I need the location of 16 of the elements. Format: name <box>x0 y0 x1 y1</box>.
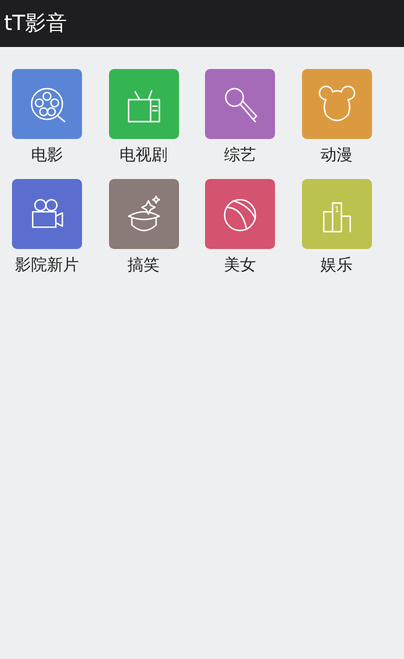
category-label: 电视剧 <box>120 144 168 166</box>
category-tile[interactable] <box>108 69 178 139</box>
category-label: 娱乐 <box>320 254 352 276</box>
category-label: 影院新片 <box>15 254 79 276</box>
category-tile[interactable] <box>205 179 275 249</box>
category-label: 搞笑 <box>128 254 160 276</box>
category-tile[interactable] <box>205 69 275 139</box>
app-title: tT影音 <box>4 10 68 37</box>
category-label: 综艺 <box>224 144 256 166</box>
category-tile[interactable] <box>12 69 82 139</box>
category-tile[interactable] <box>108 179 178 249</box>
category-tile[interactable] <box>12 179 82 249</box>
category-label: 美女 <box>224 254 256 276</box>
category-label: 动漫 <box>320 144 352 166</box>
category-tile[interactable] <box>302 69 372 139</box>
category-label: 电影 <box>31 144 63 166</box>
